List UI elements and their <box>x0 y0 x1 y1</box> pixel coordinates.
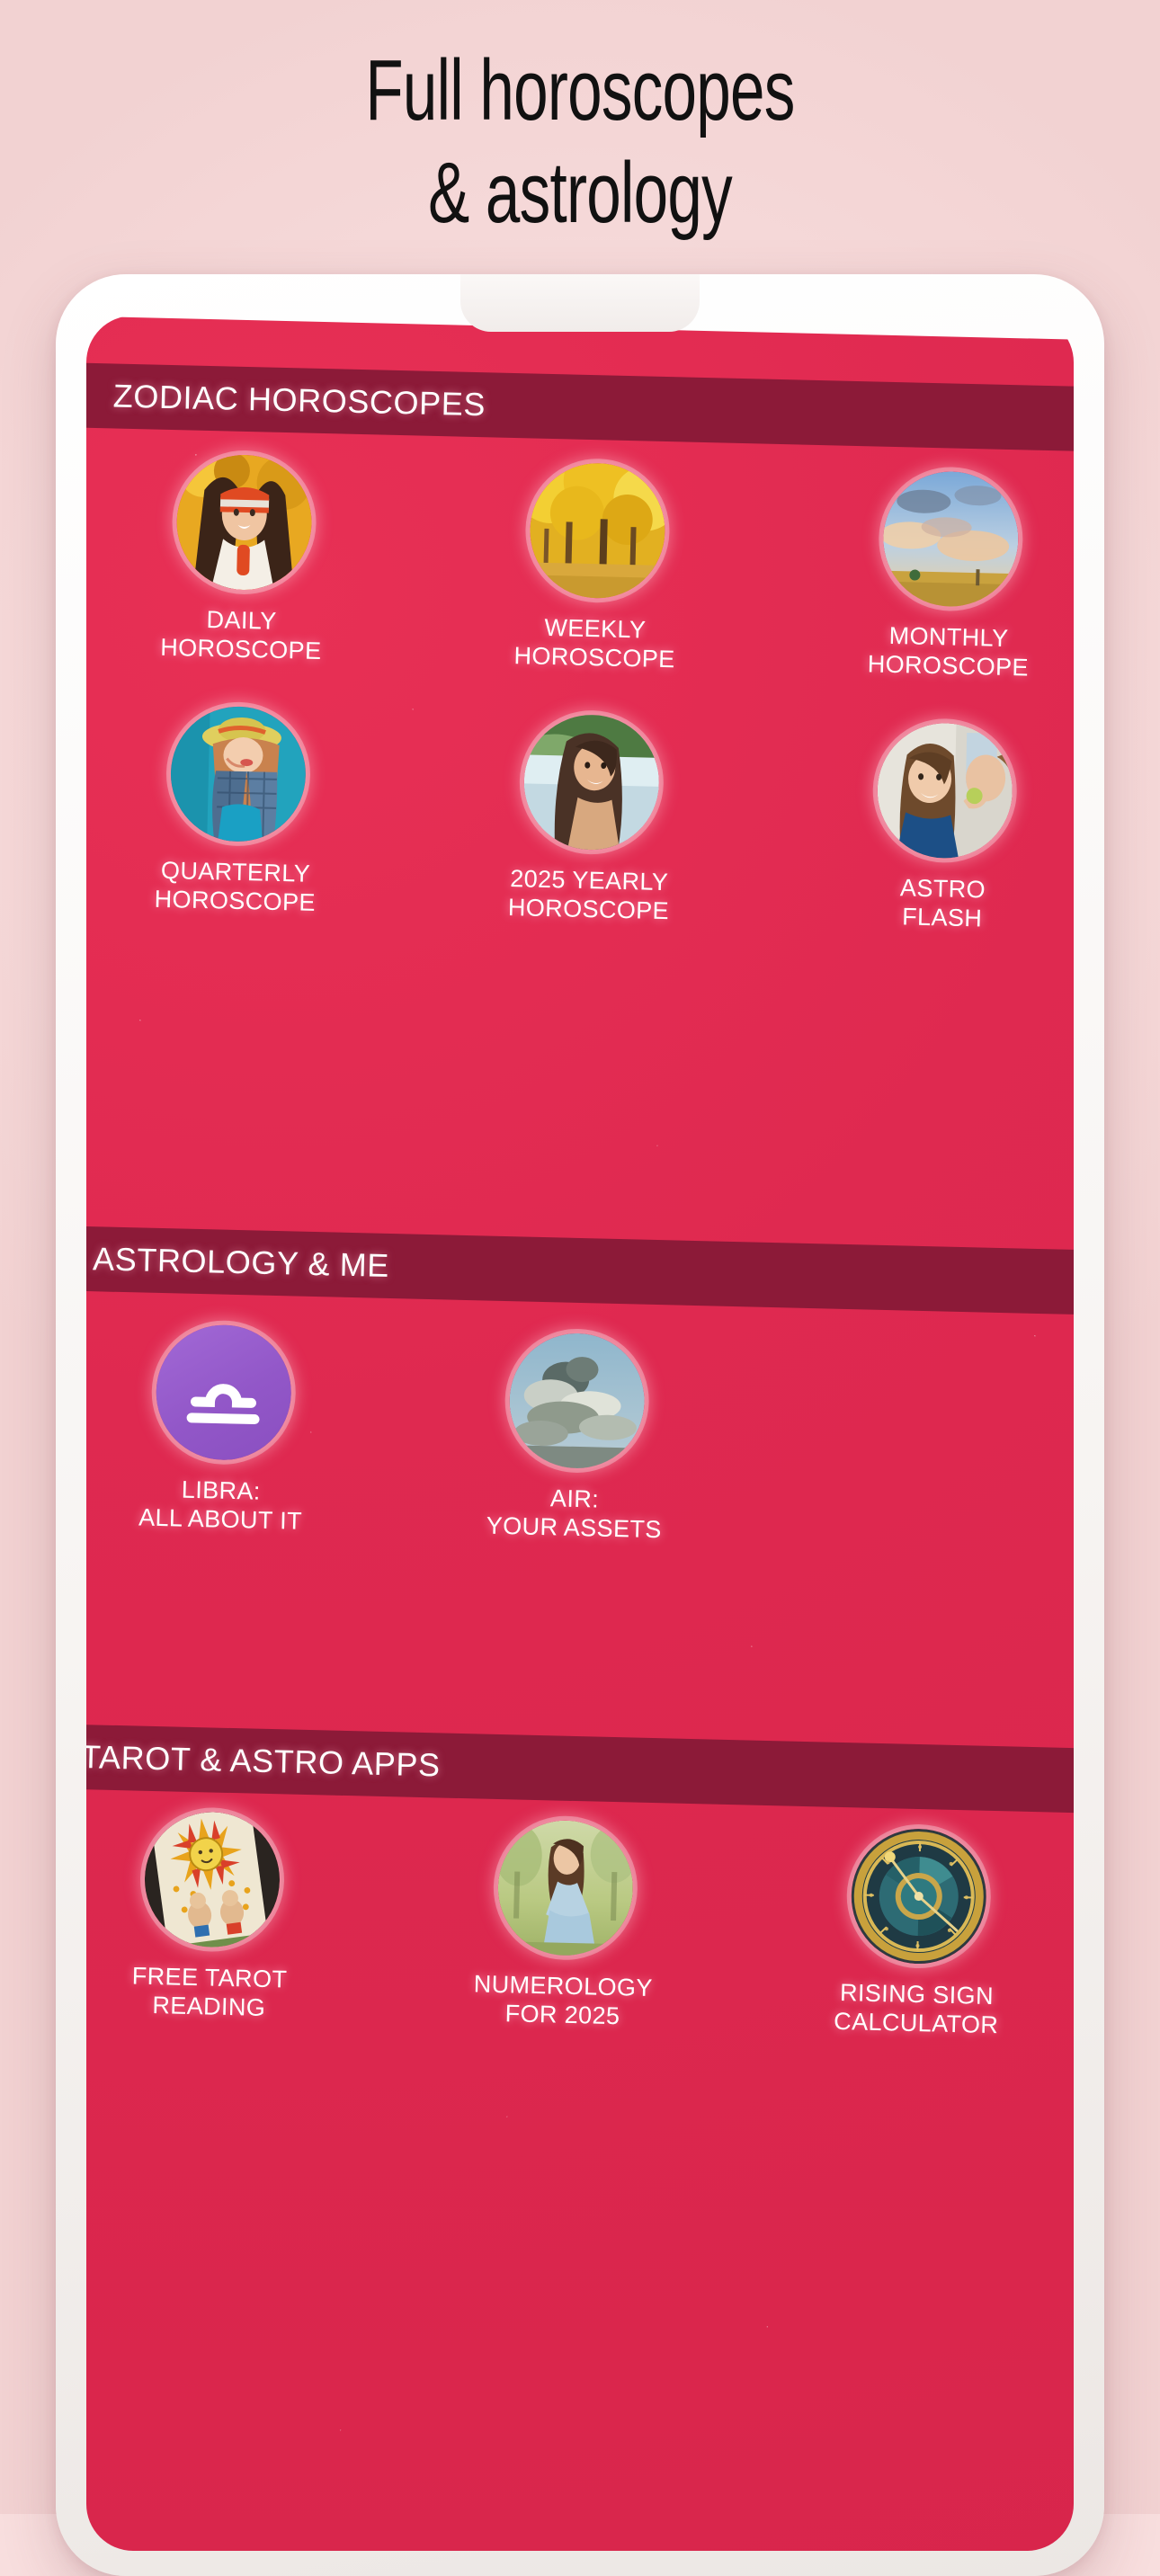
tile-quarterly-horoscope[interactable]: QUARTERLY HOROSCOPE <box>86 702 416 919</box>
thumb-ring <box>881 469 1021 609</box>
woman-blue-dress-photo-icon <box>496 1819 635 1957</box>
thumb-ring <box>850 1827 988 1965</box>
thumb-ring <box>154 1323 293 1462</box>
phone-mockup: ZODIAC HOROSCOPES DAILY HOROSCOPE WEEKLY… <box>56 274 1104 2576</box>
section-banner-zodiac-horoscopes: ZODIAC HOROSCOPES <box>86 362 1074 453</box>
thumb-ring <box>507 1332 647 1470</box>
section-title-astrology-and-me: ASTROLOGY & ME <box>92 1240 390 1284</box>
caption-line-1: 2025 YEARLY <box>509 865 669 896</box>
tile-caption: 2025 YEARLY HOROSCOPE <box>508 864 671 925</box>
caption-line-2: HOROSCOPE <box>154 885 317 916</box>
woman-straw-hat-photo-icon <box>168 705 308 843</box>
tile-2025-yearly-horoscope[interactable]: 2025 YEARLY HOROSCOPE <box>412 711 771 928</box>
tile-libra-all-about-it[interactable]: LIBRA: ALL ABOUT IT <box>86 1321 402 1538</box>
sunset-sky-photo-icon <box>881 469 1021 609</box>
caption-line-1: LIBRA: <box>181 1475 262 1505</box>
tile-caption: ASTRO FLASH <box>899 873 986 932</box>
caption-line-1: FREE TAROT <box>131 1962 288 1993</box>
tile-row-astrology-and-me: LIBRA: ALL ABOUT IT AIR: YOUR ASSETS <box>86 1321 1074 1555</box>
thumb-ring <box>876 721 1014 860</box>
caption-line-1: AIR: <box>549 1484 600 1513</box>
thumb-ring <box>496 1819 635 1957</box>
section-title-zodiac-horoscopes: ZODIAC HOROSCOPES <box>112 377 486 423</box>
tile-monthly-horoscope[interactable]: MONTHLY HOROSCOPE <box>771 468 1074 684</box>
tile-row-tarot-and-astro-apps: FREE TAROT READING NUMEROLOGY FOR 2025 R… <box>86 1808 1074 2042</box>
astronomical-clock-photo-icon <box>850 1827 988 1965</box>
headline-line-1: Full horoscopes <box>365 42 795 138</box>
headline-line-2: & astrology <box>428 145 733 241</box>
tile-numerology-for-2025[interactable]: NUMEROLOGY FOR 2025 <box>386 1816 745 2033</box>
caption-line-1: ASTRO <box>899 874 986 904</box>
autumn-woman-photo-icon <box>174 453 313 592</box>
tile-free-tarot-reading[interactable]: FREE TAROT READING <box>86 1808 390 2025</box>
phone-screen: ZODIAC HOROSCOPES DAILY HOROSCOPE WEEKLY… <box>86 316 1074 2551</box>
caption-line-1: DAILY <box>206 606 278 635</box>
tile-daily-horoscope[interactable]: DAILY HOROSCOPE <box>86 450 423 667</box>
caption-line-1: QUARTERLY <box>160 856 311 887</box>
tile-astro-flash[interactable]: ASTRO FLASH <box>765 719 1074 936</box>
tile-caption: FREE TAROT READING <box>131 1961 288 2022</box>
caption-line-2: READING <box>152 1992 266 2021</box>
caption-line-2: FOR 2025 <box>504 2000 620 2030</box>
tile-caption: MONTHLY HOROSCOPE <box>867 620 1030 682</box>
caption-line-2: HOROSCOPE <box>513 642 676 673</box>
caption-line-1: NUMEROLOGY <box>473 1970 654 2002</box>
caption-line-2: YOUR ASSETS <box>486 1511 663 1544</box>
tile-weekly-horoscope[interactable]: WEEKLY HOROSCOPE <box>417 459 776 676</box>
app-surface: ZODIAC HOROSCOPES DAILY HOROSCOPE WEEKLY… <box>86 316 1074 2551</box>
thumb-ring <box>522 713 661 851</box>
section-banner-astrology-and-me: ASTROLOGY & ME <box>86 1226 1074 1315</box>
tile-caption: DAILY HOROSCOPE <box>160 604 323 665</box>
page-title: Full horoscopes & astrology <box>0 47 1160 237</box>
thumb-ring <box>168 705 308 843</box>
woman-beach-photo-icon <box>522 713 661 851</box>
thumb-ring <box>528 461 667 600</box>
tile-rising-sign-calculator[interactable]: RISING SIGN CALCULATOR <box>739 1824 1074 2041</box>
libra-zodiac-icon <box>154 1323 293 1462</box>
autumn-trees-photo-icon <box>528 461 667 600</box>
caption-line-2: CALCULATOR <box>833 2007 999 2039</box>
tile-caption: RISING SIGN CALCULATOR <box>834 1978 1000 2039</box>
caption-line-1: WEEKLY <box>544 613 647 644</box>
storm-clouds-photo-icon <box>507 1332 647 1470</box>
phone-notch <box>460 274 700 332</box>
section-title-tarot-and-astro-apps: TAROT & ASTRO APPS <box>86 1738 442 1784</box>
caption-line-1: RISING SIGN <box>839 1979 995 2010</box>
two-women-smiling-photo-icon <box>876 721 1014 860</box>
caption-line-2: HOROSCOPE <box>507 893 670 925</box>
caption-line-2: FLASH <box>901 903 983 932</box>
tarot-sun-card-photo-icon <box>142 1810 281 1949</box>
tile-caption: AIR: YOUR ASSETS <box>486 1483 662 1545</box>
tile-row-zodiac-1: DAILY HOROSCOPE WEEKLY HOROSCOPE MONTHLY… <box>86 450 1074 684</box>
thumb-ring <box>142 1810 281 1949</box>
caption-line-2: HOROSCOPE <box>159 633 322 665</box>
tile-air-your-assets[interactable]: AIR: YOUR ASSETS <box>397 1329 755 1546</box>
tile-caption: NUMEROLOGY FOR 2025 <box>473 1969 653 2031</box>
tile-caption: WEEKLY HOROSCOPE <box>513 612 676 673</box>
section-banner-tarot-and-astro-apps: TAROT & ASTRO APPS <box>86 1723 1074 1814</box>
tile-row-zodiac-2: QUARTERLY HOROSCOPE 2025 YEARLY HOROSCOP… <box>86 702 1074 936</box>
thumb-ring <box>174 453 313 592</box>
caption-line-2: HOROSCOPE <box>867 650 1030 682</box>
tile-caption: LIBRA: ALL ABOUT IT <box>138 1475 303 1536</box>
tile-caption: QUARTERLY HOROSCOPE <box>154 856 317 917</box>
caption-line-2: ALL ABOUT IT <box>138 1503 303 1535</box>
tile-empty-slot <box>751 1338 1074 1555</box>
caption-line-1: MONTHLY <box>888 621 1009 653</box>
